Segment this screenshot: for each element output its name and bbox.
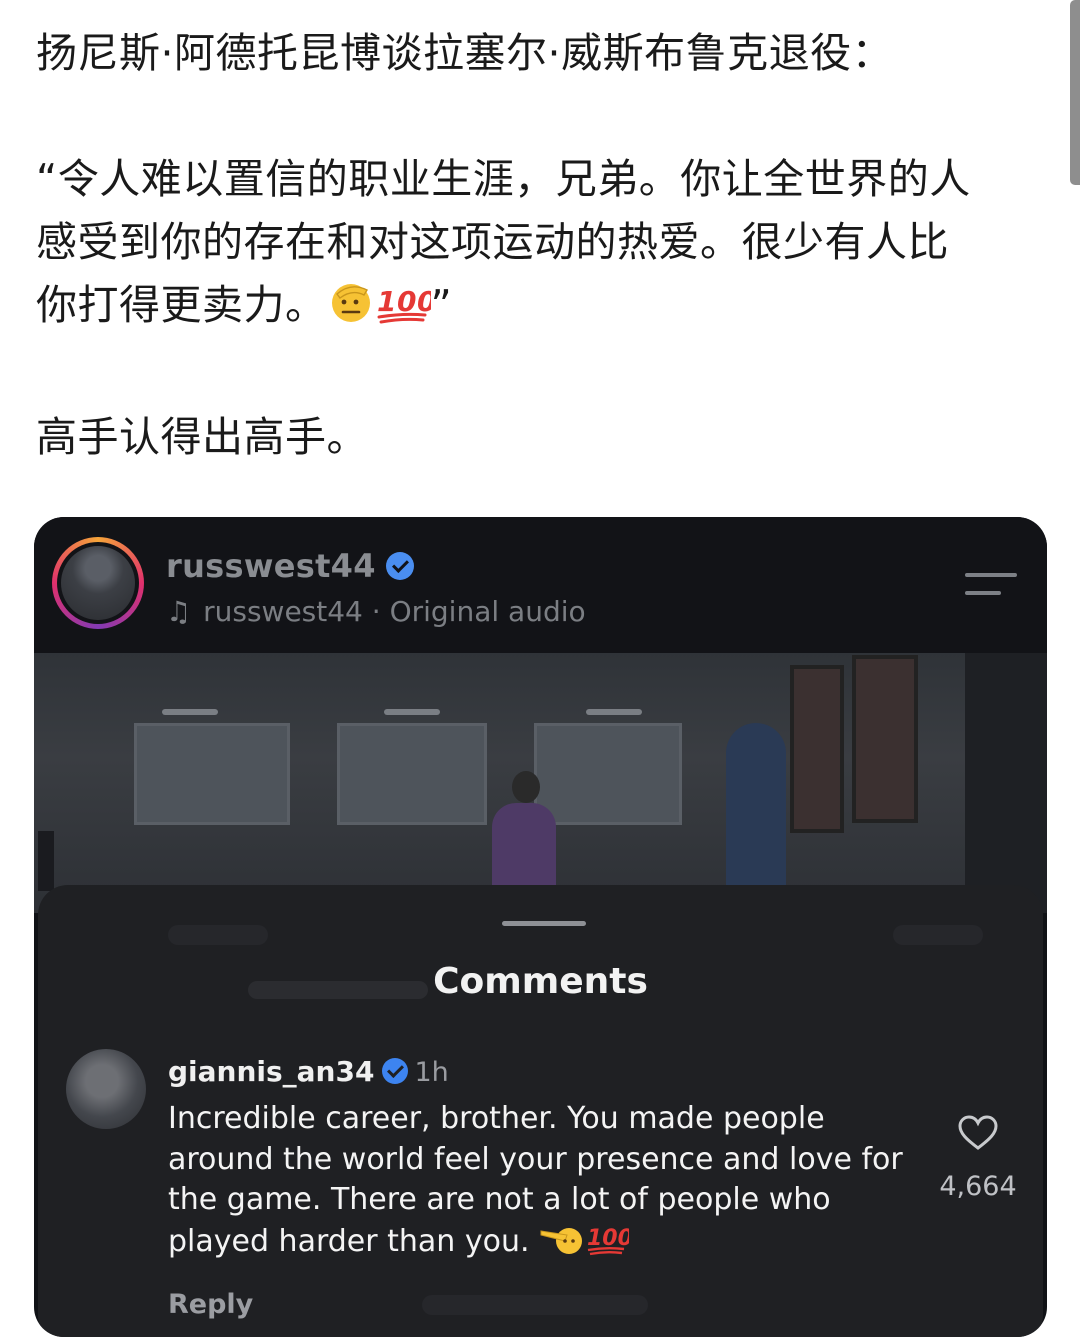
verified-badge-icon	[382, 1058, 409, 1084]
avatar	[61, 546, 135, 620]
comments-title: Comments	[433, 961, 648, 1002]
post-closing: 高手认得出高手。	[36, 413, 368, 461]
commenter-avatar[interactable]	[66, 1049, 146, 1129]
story-avatar[interactable]	[52, 537, 144, 629]
wall-photo	[134, 723, 290, 825]
quote-close-mark: ”	[430, 281, 453, 329]
comments-sheet: Comments giannis_an34 1h Incredible caree…	[38, 885, 1043, 1337]
verified-badge-icon	[385, 552, 414, 580]
framed-jersey	[790, 665, 844, 833]
hundred-points-icon: 100	[375, 280, 436, 343]
instagram-screenshot: russwest44 ♫ russwest44 · Original audio …	[34, 517, 1047, 1337]
saluting-face-icon	[539, 1221, 585, 1269]
trophy	[38, 831, 54, 891]
wall-photo	[534, 723, 682, 825]
audio-label[interactable]: ♫ russwest44 · Original audio	[166, 595, 586, 628]
quote-line-3-text: 你打得更卖力。	[36, 281, 327, 329]
wall-photo	[337, 723, 487, 825]
music-note-icon: ♫	[166, 595, 192, 628]
saluting-face-icon	[327, 280, 375, 343]
post-body: 扬尼斯·阿德托昆博谈拉塞尔·威斯布鲁克退役： “令人难以置信的职业生涯，兄弟。你…	[36, 22, 1056, 469]
quote-line-2: 感受到你的存在和对这项运动的热爱。很少有人比	[36, 218, 949, 266]
drag-handle[interactable]	[502, 921, 586, 926]
reply-button[interactable]: Reply	[168, 1289, 253, 1320]
quote-line-3: 你打得更卖力。 100”	[36, 274, 1056, 343]
like-count: 4,664	[939, 1171, 1017, 1202]
framed-photo	[852, 655, 918, 823]
reel-username[interactable]: russwest44	[166, 547, 414, 585]
menu-icon[interactable]	[965, 573, 1017, 609]
comment-time: 1h	[414, 1057, 449, 1088]
reel-header: russwest44 ♫ russwest44 · Original audio	[34, 517, 1047, 653]
quote-line-1: “令人难以置信的职业生涯，兄弟。你让全世界的人	[36, 155, 971, 203]
reel-video[interactable]	[34, 653, 1047, 923]
hundred-points-icon: 100	[585, 1221, 633, 1269]
post-headline: 扬尼斯·阿德托昆博谈拉塞尔·威斯布鲁克退役：	[36, 29, 894, 77]
comment-text: Incredible career, brother. You made peo…	[168, 1099, 928, 1268]
heart-icon[interactable]	[958, 1115, 998, 1155]
commenter-username[interactable]: giannis_an34 1h	[168, 1055, 449, 1088]
page-scrollbar[interactable]	[1070, 0, 1080, 185]
